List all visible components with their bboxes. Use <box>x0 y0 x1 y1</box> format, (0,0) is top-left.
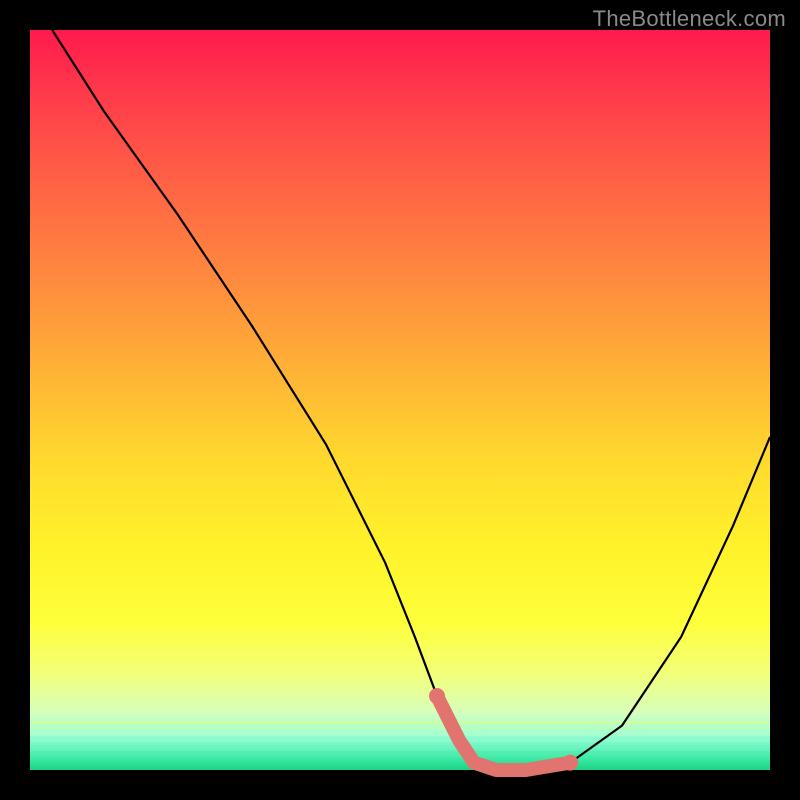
watermark-text: TheBottleneck.com <box>593 6 786 32</box>
curve-path <box>52 30 770 770</box>
highlight-dot <box>429 688 445 704</box>
highlight-dot <box>562 755 578 771</box>
bottleneck-curve <box>30 30 770 770</box>
plot-area <box>30 30 770 770</box>
chart-frame: TheBottleneck.com <box>0 0 800 800</box>
curve-highlight <box>437 696 570 770</box>
